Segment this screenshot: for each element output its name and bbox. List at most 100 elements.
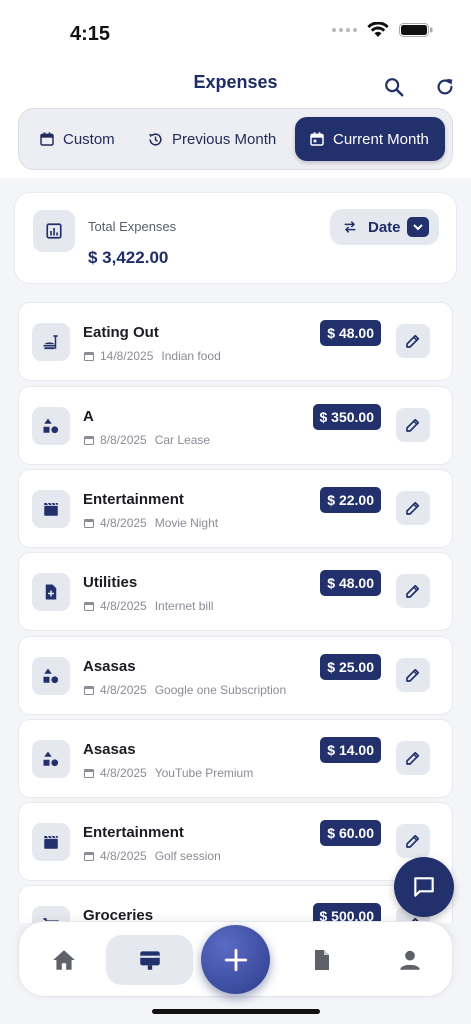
category-shapes-icon xyxy=(32,657,70,695)
search-icon xyxy=(385,78,404,97)
expense-card[interactable]: Eating Out 14/8/2025 Indian food $ 48.00 xyxy=(18,302,453,381)
home-icon xyxy=(52,950,75,970)
expense-note: Indian food xyxy=(161,349,221,363)
expense-note: Movie Night xyxy=(154,516,219,530)
expense-title: A xyxy=(83,408,94,425)
filter-previous-month-label: Previous Month xyxy=(172,130,277,148)
expense-meta: 4/8/2025 Internet bill xyxy=(83,599,213,613)
edit-icon xyxy=(406,418,420,432)
chevron-down-icon xyxy=(407,217,429,237)
nav-reports[interactable] xyxy=(299,935,344,985)
calendar-icon xyxy=(83,685,95,696)
filter-custom-label: Custom xyxy=(63,130,115,148)
expense-card[interactable]: Entertainment 4/8/2025 Movie Night $ 22.… xyxy=(18,469,453,548)
edit-icon xyxy=(406,668,420,682)
wallet-icon xyxy=(139,951,160,970)
nav-profile[interactable] xyxy=(387,935,432,985)
expense-amount: $ 48.00 xyxy=(320,570,381,596)
sort-by-label: Date xyxy=(368,218,401,236)
expense-date: 14/8/2025 xyxy=(100,349,154,363)
add-expense-button[interactable] xyxy=(201,925,270,994)
filter-custom[interactable]: Custom xyxy=(25,117,129,161)
filter-current-month-label: Current Month xyxy=(333,130,429,148)
expense-note: YouTube Premium xyxy=(154,766,254,780)
edit-button[interactable] xyxy=(396,491,430,525)
calendar-icon xyxy=(83,351,95,362)
calendar-icon xyxy=(40,132,54,146)
expense-date: 8/8/2025 xyxy=(100,433,147,447)
expense-note: Google one Subscription xyxy=(154,683,287,697)
chat-icon xyxy=(414,877,434,897)
document-icon xyxy=(314,950,329,970)
expense-note: Internet bill xyxy=(154,599,214,613)
expense-card[interactable]: A 8/8/2025 Car Lease $ 350.00 xyxy=(18,386,453,465)
expense-list[interactable]: Eating Out 14/8/2025 Indian food $ 48.00… xyxy=(0,298,471,923)
filter-current-month[interactable]: Current Month xyxy=(295,117,445,161)
expense-title: Eating Out xyxy=(83,324,159,341)
expense-meta: 4/8/2025 Google one Subscription xyxy=(83,683,286,697)
expense-date: 4/8/2025 xyxy=(100,849,147,863)
calendar-icon xyxy=(310,132,324,146)
battery-icon xyxy=(399,23,433,37)
status-bar: 4:15 xyxy=(0,0,471,60)
expense-meta: 4/8/2025 YouTube Premium xyxy=(83,766,253,780)
edit-button[interactable] xyxy=(396,324,430,358)
swap-icon xyxy=(344,221,356,233)
expense-amount: $ 350.00 xyxy=(312,404,381,430)
expense-card[interactable]: Asasas 4/8/2025 Google one Subscription … xyxy=(18,636,453,715)
expense-title: Asasas xyxy=(83,741,136,758)
calendar-icon xyxy=(83,435,95,446)
edit-button[interactable] xyxy=(396,824,430,858)
edit-button[interactable] xyxy=(396,408,430,442)
expense-card[interactable]: Asasas 4/8/2025 YouTube Premium $ 14.00 xyxy=(18,719,453,798)
filter-previous-month[interactable]: Previous Month xyxy=(133,117,290,161)
category-shapes-icon xyxy=(32,407,70,445)
signal-icon xyxy=(332,28,357,32)
edit-button[interactable] xyxy=(396,741,430,775)
total-expenses-amount: $ 3,422.00 xyxy=(88,248,169,267)
fastfood-icon xyxy=(32,323,70,361)
expense-note: Golf session xyxy=(154,849,221,863)
calendar-icon xyxy=(83,851,95,862)
refresh-button[interactable] xyxy=(432,74,458,100)
total-expenses-card: Total Expenses $ 3,422.00 Date xyxy=(14,192,457,284)
category-shapes-icon xyxy=(32,740,70,778)
expense-date: 4/8/2025 xyxy=(100,683,147,697)
expense-note: Car Lease xyxy=(154,433,211,447)
nav-home[interactable] xyxy=(41,935,86,985)
clapperboard-icon xyxy=(32,490,70,528)
expense-amount: $ 60.00 xyxy=(320,820,381,846)
expense-date: 4/8/2025 xyxy=(100,766,147,780)
expense-title: Utilities xyxy=(83,574,138,591)
wifi-icon xyxy=(367,22,389,37)
date-filter-segmented: Custom Previous Month Current Month xyxy=(18,108,453,170)
expense-card[interactable]: Utilities 4/8/2025 Internet bill $ 48.00 xyxy=(18,552,453,631)
bill-icon xyxy=(32,573,70,611)
edit-icon xyxy=(406,834,420,848)
sort-by-button[interactable]: Date xyxy=(330,209,439,245)
add-icon xyxy=(224,948,247,971)
history-icon xyxy=(149,132,162,146)
expense-amount: $ 22.00 xyxy=(320,487,381,513)
refresh-icon xyxy=(437,78,453,95)
expense-amount: $ 500.00 xyxy=(312,903,381,923)
expense-meta: 8/8/2025 Car Lease xyxy=(83,433,210,447)
expense-meta: 4/8/2025 Golf session xyxy=(83,849,221,863)
total-expenses-label: Total Expenses xyxy=(88,219,177,234)
expense-amount: $ 14.00 xyxy=(320,737,381,763)
expense-card[interactable]: Entertainment 4/8/2025 Golf session $ 60… xyxy=(18,802,453,881)
expense-card[interactable]: Groceries $ 500.00 xyxy=(18,885,453,923)
expense-amount: $ 48.00 xyxy=(320,320,381,346)
edit-button[interactable] xyxy=(396,574,430,608)
person-icon xyxy=(399,950,420,970)
edit-button[interactable] xyxy=(396,658,430,692)
status-time: 4:15 xyxy=(70,23,111,45)
expense-meta: 14/8/2025 Indian food xyxy=(83,349,221,363)
expense-date: 4/8/2025 xyxy=(100,516,147,530)
nav-expenses[interactable] xyxy=(106,935,193,985)
search-button[interactable] xyxy=(381,74,407,100)
chat-button[interactable] xyxy=(394,857,454,917)
edit-icon xyxy=(406,501,420,515)
expense-title: Entertainment xyxy=(83,824,184,841)
clapperboard-icon xyxy=(32,823,70,861)
